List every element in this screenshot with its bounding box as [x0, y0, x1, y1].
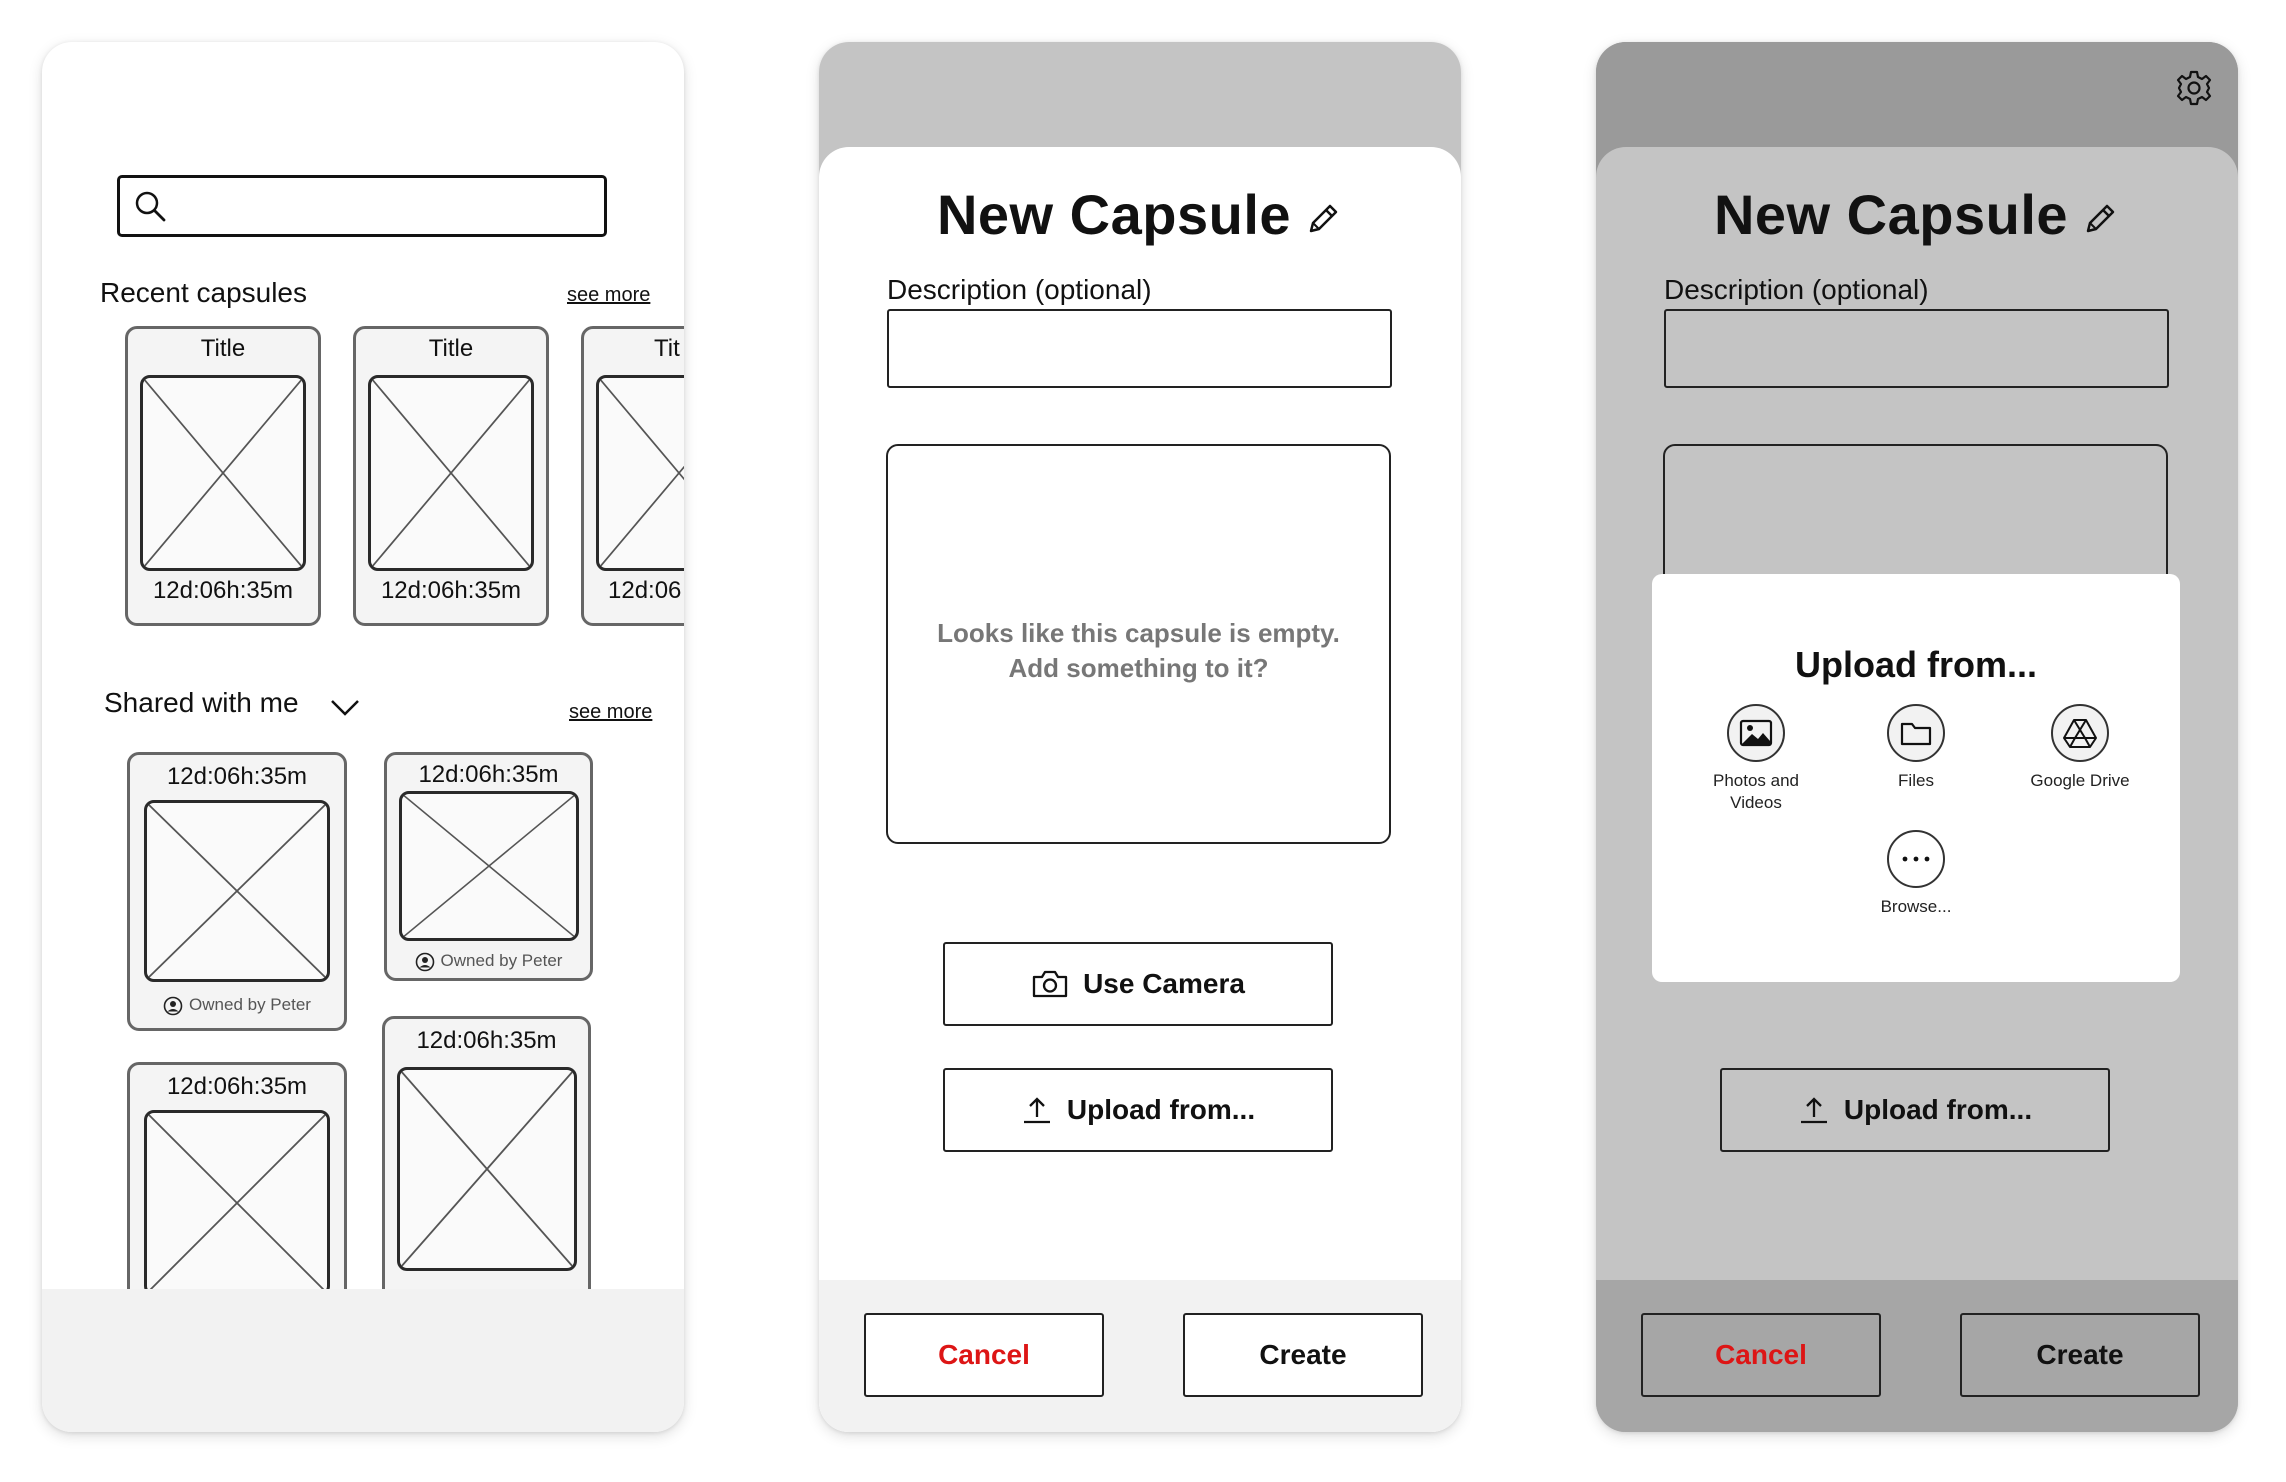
folder-icon	[1900, 722, 1932, 746]
description-label: Description (optional)	[887, 274, 1152, 305]
capsule-sheet: New Capsule Description (optional) Looks…	[819, 147, 1461, 1432]
cancel-button[interactable]: Cancel	[864, 1313, 1104, 1397]
description-input[interactable]	[887, 309, 1392, 388]
user-circle-icon	[163, 996, 183, 1015]
capsule-card[interactable]: Tit 12d:06	[581, 326, 684, 626]
countdown-time: 12d:06h:35m	[380, 577, 522, 604]
footer-bar: Cancel Create	[1596, 1280, 2238, 1432]
countdown-time: 12d:06h:35m	[418, 761, 559, 788]
create-button[interactable]: Create	[1183, 1313, 1423, 1397]
create-button[interactable]: Create	[1960, 1313, 2200, 1397]
search-input[interactable]	[117, 175, 607, 237]
pencil-icon[interactable]	[2080, 199, 2120, 239]
countdown-time: 12d:06h:35m	[152, 577, 294, 604]
shared-capsule-card[interactable]: 12d:06h:35m	[382, 1016, 591, 1316]
upload-from-label: Upload from...	[1843, 1094, 2033, 1125]
image-placeholder	[596, 375, 684, 571]
owner-label: Owned by Peter	[387, 951, 590, 972]
footer-bar: Cancel Create	[819, 1280, 1461, 1432]
image-icon	[1739, 719, 1773, 747]
upload-from-button[interactable]: Upload from...	[943, 1068, 1333, 1152]
option-label: Browse...	[1880, 897, 1952, 916]
image-placeholder	[397, 1067, 577, 1271]
page-title: New Capsule	[1596, 182, 2238, 247]
user-circle-icon	[415, 952, 434, 971]
shared-see-more-link[interactable]: see more	[569, 701, 652, 724]
capsule-title: Title	[200, 335, 246, 362]
capsule-card[interactable]: Title 12d:06h:35m	[125, 326, 321, 626]
upload-from-button[interactable]: Upload from...	[1720, 1068, 2110, 1152]
capsule-card[interactable]: Title 12d:06h:35m	[353, 326, 549, 626]
search-icon	[135, 191, 166, 222]
countdown-time: 12d:06	[608, 577, 682, 604]
countdown-time: 12d:06h:35m	[166, 763, 308, 790]
use-camera-button[interactable]: Use Camera	[943, 942, 1333, 1026]
countdown-time: 12d:06h:35m	[166, 1073, 308, 1100]
modal-title: Upload from...	[1795, 644, 2037, 685]
capsule-title: Title	[428, 335, 474, 362]
owner-label: Owned by Peter	[130, 995, 344, 1016]
upload-from-label: Upload from...	[1066, 1094, 1256, 1125]
camera-icon	[1032, 970, 1068, 998]
option-photos-videos[interactable]: Photos and Videos	[1676, 704, 1836, 814]
capsule-title: Tit	[654, 335, 680, 362]
upload-icon	[1023, 1097, 1050, 1124]
image-placeholder	[368, 375, 534, 571]
image-placeholder	[144, 1110, 330, 1296]
more-icon	[1902, 856, 1930, 862]
option-label: Files	[1898, 771, 1934, 790]
recent-see-more-link[interactable]: see more	[567, 284, 650, 307]
pencil-icon[interactable]	[1303, 199, 1343, 239]
bottom-bar	[42, 1289, 684, 1432]
gear-icon[interactable]	[2175, 69, 2213, 107]
use-camera-label: Use Camera	[1083, 968, 1245, 999]
owner-text: Owned by Peter	[189, 995, 311, 1014]
recent-capsules-heading: Recent capsules	[100, 277, 308, 308]
page-title-text: New Capsule	[936, 183, 1292, 246]
shared-capsule-card[interactable]: 12d:06h:35m Owned by Peter	[127, 752, 347, 1031]
cancel-button[interactable]: Cancel	[1641, 1313, 1881, 1397]
option-browse[interactable]: Browse...	[1836, 830, 1996, 918]
chevron-down-icon[interactable]	[329, 697, 361, 717]
upload-from-modal: Upload from... Photos and Videos Files Go…	[1652, 574, 2180, 982]
empty-message-line2: Add something to it?	[1008, 653, 1269, 683]
page-title-text: New Capsule	[1713, 183, 2069, 246]
image-placeholder	[140, 375, 306, 571]
option-files[interactable]: Files	[1836, 704, 1996, 792]
shared-with-me-heading: Shared with me	[104, 687, 299, 718]
countdown-time: 12d:06h:35m	[416, 1027, 557, 1054]
image-placeholder	[399, 791, 579, 941]
option-label: Google Drive	[2030, 771, 2130, 790]
option-google-drive[interactable]: Google Drive	[2000, 704, 2160, 792]
description-input[interactable]	[1664, 309, 2169, 388]
google-drive-icon	[2063, 719, 2097, 748]
option-label-line2: Videos	[1730, 793, 1782, 812]
upload-source-screen: New Capsule Description (optional) Uploa…	[1596, 42, 2238, 1432]
upload-icon	[1800, 1097, 1827, 1124]
new-capsule-screen: New Capsule Description (optional) Looks…	[819, 42, 1461, 1432]
empty-message: Looks like this capsule is empty. Add so…	[886, 616, 1391, 686]
empty-message-line1: Looks like this capsule is empty.	[937, 618, 1340, 648]
page-title: New Capsule	[819, 182, 1461, 247]
home-screen: Recent capsules see more Title 12d:06h:3…	[42, 42, 684, 1432]
image-placeholder	[144, 800, 330, 982]
owner-text: Owned by Peter	[440, 951, 563, 970]
option-label: Photos and	[1712, 771, 1799, 790]
shared-capsule-card[interactable]: 12d:06h:35m Owned by Peter	[384, 752, 593, 981]
description-label: Description (optional)	[1664, 274, 1929, 305]
